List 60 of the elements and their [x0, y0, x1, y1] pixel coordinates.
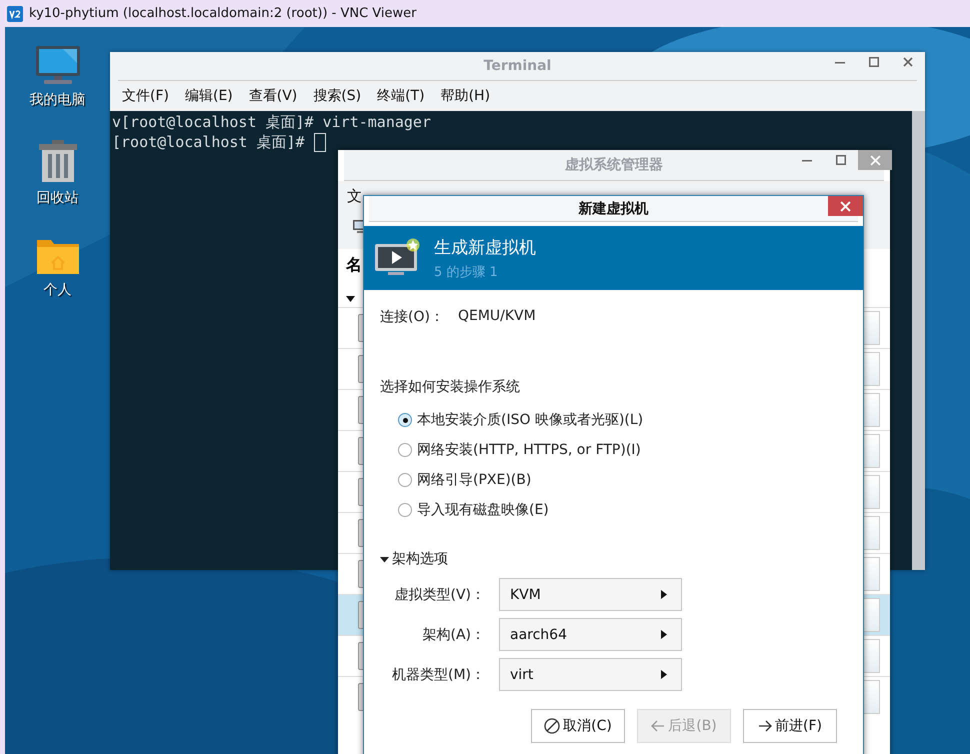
scrollbar[interactable] — [912, 111, 925, 570]
dropdown[interactable]: virt — [499, 658, 682, 691]
step-indicator: 5 的步骤 1 — [434, 264, 499, 280]
terminal-line: v[root@localhost 桌面]# virt-manager — [112, 112, 431, 132]
radio-option[interactable]: 网络安装(HTTP, HTTPS, or FTP)(I) — [398, 440, 847, 460]
desktop-icon-label[interactable]: 回收站 — [36, 189, 78, 207]
section-expander[interactable]: 架构选项 — [380, 550, 448, 568]
menu-item[interactable]: 终端(T) — [377, 87, 425, 103]
close-button[interactable] — [828, 196, 863, 216]
computer-icon[interactable] — [34, 45, 80, 85]
maximize-icon — [869, 57, 879, 67]
radio-button[interactable] — [398, 443, 412, 457]
app-logo-icon — [7, 6, 23, 22]
home-folder-icon[interactable] — [36, 237, 80, 275]
column-header[interactable]: 名 — [346, 255, 362, 274]
desktop-icon-label[interactable]: 我的电脑 — [30, 91, 86, 109]
wizard-title: 生成新虚拟机 — [434, 236, 536, 258]
dialog-title: 新建虚拟机 — [578, 200, 648, 218]
desktop-icon-label[interactable]: 个人 — [44, 281, 72, 299]
triangle-icon — [661, 630, 667, 639]
close-icon — [840, 200, 851, 212]
window-title: ky10-phytium (localhost.localdomain:2 (root)) - VNC Viewer — [29, 6, 416, 21]
left-arrow-icon — [651, 720, 666, 732]
window-title: 虚拟系统管理器 — [565, 156, 663, 174]
field-label: 架构(A)： — [421, 626, 485, 644]
trash-icon[interactable] — [38, 139, 78, 183]
radio-button[interactable] — [398, 473, 412, 487]
menu-item[interactable]: 帮助(H) — [440, 87, 490, 103]
radio-button[interactable] — [398, 413, 412, 427]
field-label: 虚拟类型(V)： — [393, 586, 485, 604]
dropdown[interactable]: aarch64 — [499, 618, 682, 651]
connection-label: 连接(O)： — [380, 308, 444, 326]
maximize-icon — [836, 155, 846, 165]
menu-item[interactable]: 文件(F) — [122, 87, 169, 103]
menu-item[interactable]: 搜索(S) — [313, 87, 362, 103]
right-arrow-icon — [758, 720, 772, 732]
triangle-icon — [661, 590, 667, 599]
triangle-icon — [661, 670, 667, 679]
close-icon — [903, 57, 913, 67]
window-title: Terminal — [484, 58, 552, 74]
text-cursor — [314, 132, 326, 152]
radio-button[interactable] — [398, 503, 412, 517]
close-icon — [870, 154, 880, 166]
menu-item[interactable]: 查看(V) — [248, 87, 298, 103]
dropdown[interactable]: KVM — [499, 578, 682, 611]
cancel-icon — [544, 718, 560, 734]
install-prompt: 选择如何安装操作系统 — [380, 378, 521, 396]
triangle-icon — [380, 554, 389, 564]
connection-value: QEMU/KVM — [458, 308, 536, 326]
forward-button[interactable]: 前进(F) — [743, 709, 837, 743]
expander-icon[interactable] — [346, 296, 355, 302]
field-label: 机器类型(M)： — [390, 666, 485, 684]
menu-item[interactable]: 编辑(E) — [184, 87, 233, 103]
monitor-play-icon — [374, 238, 422, 278]
radio-option[interactable]: 本地安装介质(ISO 映像或者光驱)(L) — [398, 410, 847, 430]
radio-option[interactable]: 网络引导(PXE)(B) — [398, 470, 847, 490]
radio-option[interactable]: 导入现有磁盘映像(E) — [398, 500, 847, 520]
menu-item[interactable]: 文 — [347, 187, 362, 205]
terminal-line: [root@localhost 桌面]# — [112, 132, 306, 152]
cancel-button[interactable]: 取消(C) — [531, 709, 625, 743]
